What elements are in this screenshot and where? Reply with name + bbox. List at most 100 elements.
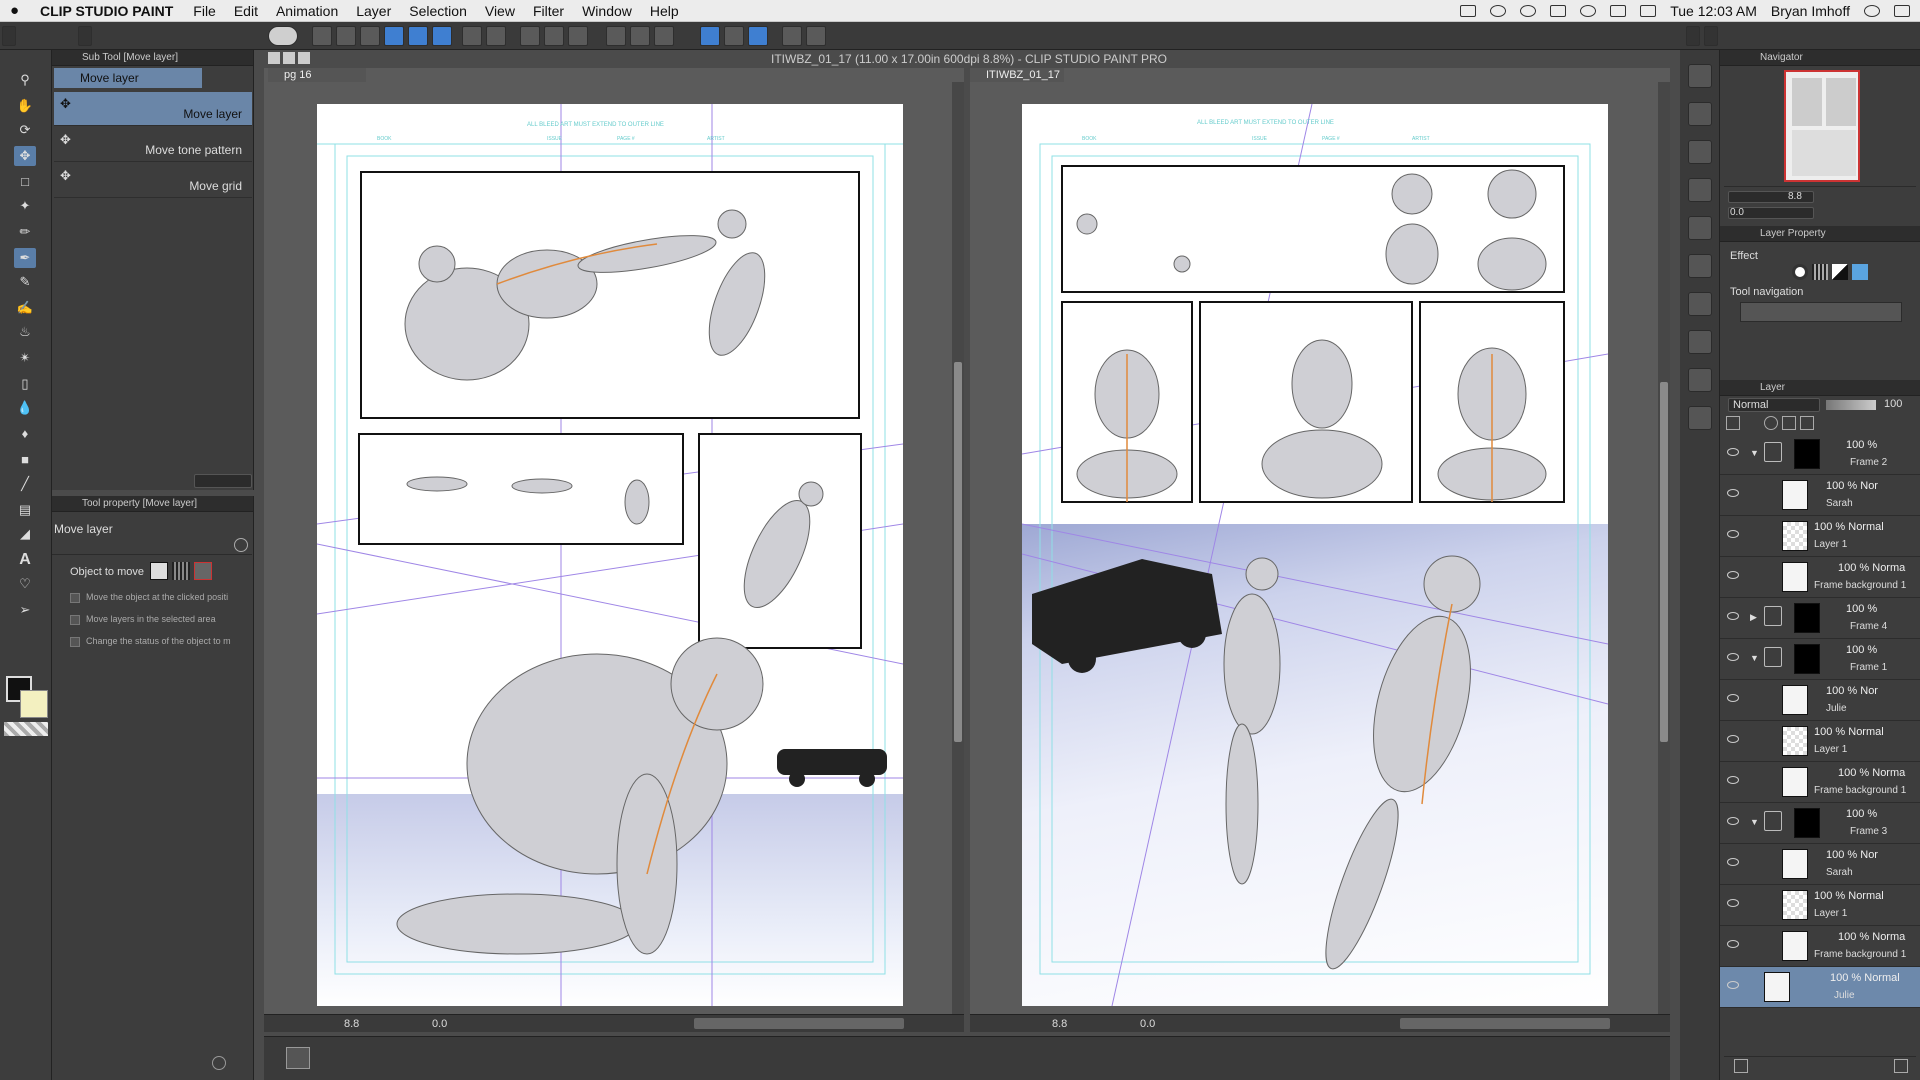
redo-icon[interactable] [486,26,506,46]
layer-row[interactable]: ▶ 100 % Frame 4 [1720,598,1920,639]
select-all-icon[interactable] [654,26,674,46]
wifi-icon[interactable] [1580,4,1597,17]
settings-gear-icon[interactable] [212,1056,226,1070]
decoration-icon[interactable]: ✴ [14,348,36,368]
auto-action-icon[interactable] [1688,254,1712,278]
new-file-icon[interactable] [312,26,332,46]
menu-layer[interactable]: Layer [356,3,391,19]
dropbox-icon[interactable] [1460,4,1477,17]
object-tone-icon[interactable] [172,562,190,580]
bluetooth-icon[interactable] [1550,4,1567,17]
transform-icon[interactable] [520,26,540,46]
border-effect-icon[interactable] [1792,264,1808,280]
menu-file[interactable]: File [193,3,216,19]
layer-row[interactable]: 100 % Nor Sarah [1720,475,1920,516]
layer-row[interactable]: 100 % Norma Frame background 1 [1720,762,1920,803]
layer-row-selected[interactable]: 100 % Normal Julie [1720,967,1920,1008]
eye-icon[interactable] [1727,694,1739,702]
option-move-clicked[interactable]: Move the object at the clicked positi [70,592,228,603]
vertical-scrollbar[interactable] [1658,82,1670,1016]
zoom-value[interactable]: 8.8 [1052,1015,1067,1033]
subtool-move-layer[interactable]: ✥ Move layer [54,92,252,126]
balloon-icon[interactable]: ♡ [14,574,36,594]
grid-snap-icon[interactable] [748,26,768,46]
airbrush-icon[interactable]: ♨ [14,322,36,342]
eye-icon[interactable] [1727,899,1739,907]
special-ruler-icon[interactable] [724,26,744,46]
zoom-icon[interactable]: ⚲ [14,70,36,90]
blend-mode-select[interactable]: Normal [1728,398,1820,412]
sync-icon[interactable] [1490,4,1507,17]
folder-expand-icon[interactable]: ▼ [1750,448,1759,458]
material-3-icon[interactable] [1688,178,1712,202]
menu-window[interactable]: Window [582,3,632,19]
subtool-move-grid[interactable]: ✥ Move grid [54,164,252,198]
layer-row[interactable]: 100 % Normal Layer 1 [1720,885,1920,926]
animation-cels-icon[interactable] [1688,406,1712,430]
layer-property-header[interactable]: Layer Property [1720,226,1920,242]
open-file-icon[interactable] [336,26,356,46]
layer-row[interactable]: 100 % Nor Julie [1720,680,1920,721]
option-move-selected-area[interactable]: Move layers in the selected area [70,614,216,625]
layer-panel-header[interactable]: Layer [1720,380,1920,396]
eyedropper-icon[interactable]: ✏ [14,222,36,242]
frame-border-icon[interactable]: ▤ [14,500,36,520]
ruler-snap-icon[interactable] [700,26,720,46]
menu-selection[interactable]: Selection [409,3,467,19]
apple-icon[interactable]: ● [10,2,40,19]
color-change-icon[interactable] [1852,264,1868,280]
scale-icon[interactable] [544,26,564,46]
material-icon[interactable] [1688,102,1712,126]
clock[interactable]: Tue 12:03 AM [1670,3,1757,19]
angle-value[interactable]: 0.0 [1140,1015,1155,1033]
new-raster-layer-icon[interactable] [1734,1059,1748,1073]
collapse-right-icon[interactable] [1686,26,1700,46]
clip-layer-icon[interactable] [1726,416,1740,430]
horizontal-scrollbar[interactable] [1400,1018,1610,1029]
layer-row[interactable]: 100 % Norma Frame background 1 [1720,926,1920,967]
fill-bucket-icon[interactable]: ♦ [14,424,36,444]
magnify-icon[interactable] [234,538,248,552]
option-change-status[interactable]: Change the status of the object to m [70,636,231,647]
tab-pg16[interactable]: pg 16 [268,68,366,82]
subtool-group-tab[interactable]: Move layer [54,68,202,88]
navigator-zoom[interactable]: 8.8 [1788,191,1802,202]
move-layer-tool-icon[interactable]: ✥ [14,146,36,166]
layer-search-icon[interactable] [1688,368,1712,392]
folder-expand-icon[interactable]: ▼ [1750,817,1759,827]
menu-help[interactable]: Help [650,3,679,19]
eye-icon[interactable] [1727,940,1739,948]
scroll-thumb[interactable] [954,362,962,742]
layer-row[interactable]: 100 % Normal Layer 1 [1720,721,1920,762]
layer-row[interactable]: 100 % Norma Frame background 1 [1720,557,1920,598]
menu-filter[interactable]: Filter [533,3,564,19]
eye-icon[interactable] [1727,571,1739,579]
canvas-page-17[interactable]: ALL BLEED ART MUST EXTEND TO OUTER LINE … [1022,104,1608,1006]
tab-itiwbz[interactable]: ITIWBZ_01_17 [970,68,1064,82]
eye-icon[interactable] [1727,612,1739,620]
brush-icon[interactable]: ✍ [14,298,36,318]
blend-icon[interactable]: 💧 [14,398,36,418]
layer-row[interactable]: ▼ 100 % Frame 2 [1720,434,1920,475]
layer-row[interactable]: ▼ 100 % Frame 1 [1720,639,1920,680]
layer-row[interactable]: 100 % Nor Sarah [1720,844,1920,885]
canvas-page-16[interactable]: ALL BLEED ART MUST EXTEND TO OUTER LINE … [317,104,903,1006]
crop-icon[interactable] [606,26,626,46]
folder-expand-icon[interactable]: ▶ [1750,612,1757,623]
lock-transparency-icon[interactable] [1800,416,1814,430]
opacity-value[interactable]: 100 [1884,398,1902,410]
object-layer-icon[interactable] [150,562,168,580]
color-set-icon[interactable] [1688,330,1712,354]
user-name[interactable]: Bryan Imhoff [1771,3,1850,19]
time-machine-icon[interactable] [1520,4,1537,17]
eye-icon[interactable] [1727,817,1739,825]
rotate-zoom-icon[interactable]: ⟳ [14,120,36,140]
navigator-angle[interactable]: 0.0 [1730,207,1744,218]
undo-icon[interactable] [462,26,482,46]
export-png-icon[interactable] [408,26,428,46]
eye-icon[interactable] [1727,858,1739,866]
eye-icon[interactable] [1727,981,1739,989]
figure-icon[interactable]: ╱ [14,474,36,494]
app-name[interactable]: CLIP STUDIO PAINT [40,3,173,19]
maximize-window-icon[interactable] [298,52,310,64]
